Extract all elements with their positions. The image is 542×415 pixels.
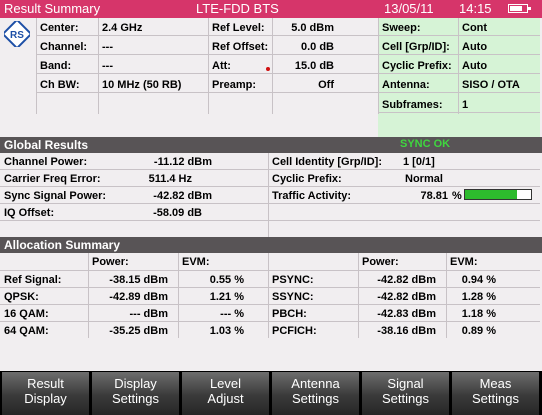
cell-identity-value: 1 [0/1] (403, 156, 435, 168)
sync-signal-power-label: Sync Signal Power: (4, 190, 107, 202)
subframes-label: Subframes: (382, 99, 443, 111)
date-display: 13/05/11 (384, 1, 434, 16)
band-label: Band: (40, 60, 72, 72)
sweep-value[interactable]: Cont (462, 22, 487, 34)
level-adjust-softkey[interactable]: Level Adjust (182, 372, 269, 415)
svg-text:RS: RS (10, 30, 24, 41)
page-title: Result Summary (4, 1, 101, 16)
result-display-softkey[interactable]: Result Display (2, 372, 89, 415)
channel-power-value: -11.12 dBm (153, 156, 212, 168)
table-cell-evm: 1.18 % (461, 308, 496, 320)
ref-level-label: Ref Level: (212, 22, 265, 34)
att-label: Att: (212, 60, 231, 72)
traffic-activity-bar (464, 189, 532, 200)
channel-power-label: Channel Power: (4, 156, 88, 168)
table-cell-evm: --- % (220, 308, 244, 320)
signal-settings-softkey[interactable]: Signal Settings (362, 372, 449, 415)
band-value[interactable]: --- (102, 60, 113, 72)
title-bar: Result Summary LTE-FDD BTS 13/05/11 14:1… (0, 0, 542, 18)
ch-bw-value[interactable]: 10 MHz (50 RB) (102, 79, 181, 91)
cyclic-prefix-setting-value[interactable]: Auto (462, 60, 487, 72)
meas-settings-softkey[interactable]: Meas Settings (452, 372, 539, 415)
table-cell-power: -42.83 dBm (377, 308, 436, 320)
iq-offset-value: -58.09 dB (153, 207, 202, 219)
battery-icon (508, 4, 531, 13)
att-indicator-icon (266, 67, 270, 71)
center-label: Center: (40, 22, 79, 34)
ref-offset-value[interactable]: 0.0 dB (272, 41, 334, 53)
global-results-header: Global Results (0, 137, 542, 153)
ref-offset-label: Ref Offset: (212, 41, 269, 53)
preamp-value[interactable]: Off (272, 79, 334, 91)
cell-grp-id-value[interactable]: Auto (462, 41, 487, 53)
table-row-label: PCFICH: (272, 325, 317, 337)
traffic-activity-unit: % (452, 190, 462, 202)
mode-label: LTE-FDD BTS (196, 1, 279, 16)
cell-identity-label: Cell Identity [Grp/ID]: (272, 156, 382, 168)
sweep-label: Sweep: (382, 22, 421, 34)
cyclic-prefix-result-label: Cyclic Prefix: (272, 173, 342, 185)
channel-label: Channel: (40, 41, 88, 53)
right-evm-col-header: EVM: (450, 256, 478, 268)
traffic-activity-value: 78.81 (420, 190, 448, 202)
main-panel: RS Center: 2.4 GHz Ref Level: 5.0 dBm Sw… (0, 18, 542, 371)
table-row-label: 16 QAM: (4, 308, 49, 320)
cyclic-prefix-setting-label: Cyclic Prefix: (382, 60, 452, 72)
iq-offset-label: IQ Offset: (4, 207, 55, 219)
table-row-label: PBCH: (272, 308, 307, 320)
table-row-label: QPSK: (4, 291, 39, 303)
left-power-col-header: Power: (92, 256, 129, 268)
table-cell-power: -38.16 dBm (377, 325, 436, 337)
rohde-schwarz-logo-icon: RS (4, 21, 30, 47)
cyclic-prefix-result-value: Normal (405, 173, 443, 185)
display-settings-softkey[interactable]: Display Settings (92, 372, 179, 415)
att-value[interactable]: 15.0 dB (272, 60, 334, 72)
table-row-label: Ref Signal: (4, 274, 62, 286)
cell-grp-id-label: Cell [Grp/ID]: (382, 41, 450, 53)
left-evm-col-header: EVM: (182, 256, 210, 268)
traffic-activity-label: Traffic Activity: (272, 190, 352, 202)
table-row-label: SSYNC: (272, 291, 314, 303)
sync-signal-power-value: -42.82 dBm (153, 190, 212, 202)
channel-value[interactable]: --- (102, 41, 113, 53)
table-row-label: PSYNC: (272, 274, 314, 286)
preamp-label: Preamp: (212, 79, 257, 91)
subframes-value[interactable]: 1 (462, 99, 468, 111)
sync-status-badge: SYNC OK (400, 138, 451, 150)
table-cell-power: -35.25 dBm (109, 325, 168, 337)
table-cell-power: -42.82 dBm (377, 291, 436, 303)
table-cell-evm: 1.03 % (209, 325, 244, 337)
ch-bw-label: Ch BW: (40, 79, 80, 91)
carrier-freq-error-value: 511.4 Hz (148, 173, 192, 185)
table-cell-power: -38.15 dBm (109, 274, 168, 286)
table-cell-evm: 1.28 % (461, 291, 496, 303)
traffic-activity-bar-fill (465, 190, 517, 199)
table-cell-evm: 1.21 % (209, 291, 244, 303)
allocation-summary-title: Allocation Summary (4, 238, 121, 252)
ref-level-value[interactable]: 5.0 dBm (272, 22, 334, 34)
antenna-label: Antenna: (382, 79, 430, 91)
antenna-value[interactable]: SISO / OTA (462, 79, 520, 91)
time-display: 14:15 (459, 1, 492, 16)
antenna-settings-softkey[interactable]: Antenna Settings (272, 372, 359, 415)
table-cell-power: -42.82 dBm (377, 274, 436, 286)
table-cell-evm: 0.55 % (209, 274, 244, 286)
softkey-bar: Result Display Display Settings Level Adjus… (0, 372, 542, 415)
table-cell-power: --- dBm (129, 308, 169, 320)
center-value[interactable]: 2.4 GHz (102, 22, 142, 34)
carrier-freq-error-label: Carrier Freq Error: (4, 173, 101, 185)
table-cell-evm: 0.89 % (461, 325, 496, 337)
allocation-summary-header: Allocation Summary (0, 237, 542, 253)
global-results-title: Global Results (4, 138, 89, 152)
table-cell-power: -42.89 dBm (109, 291, 168, 303)
right-power-col-header: Power: (362, 256, 399, 268)
table-cell-evm: 0.94 % (461, 274, 496, 286)
table-row-label: 64 QAM: (4, 325, 49, 337)
